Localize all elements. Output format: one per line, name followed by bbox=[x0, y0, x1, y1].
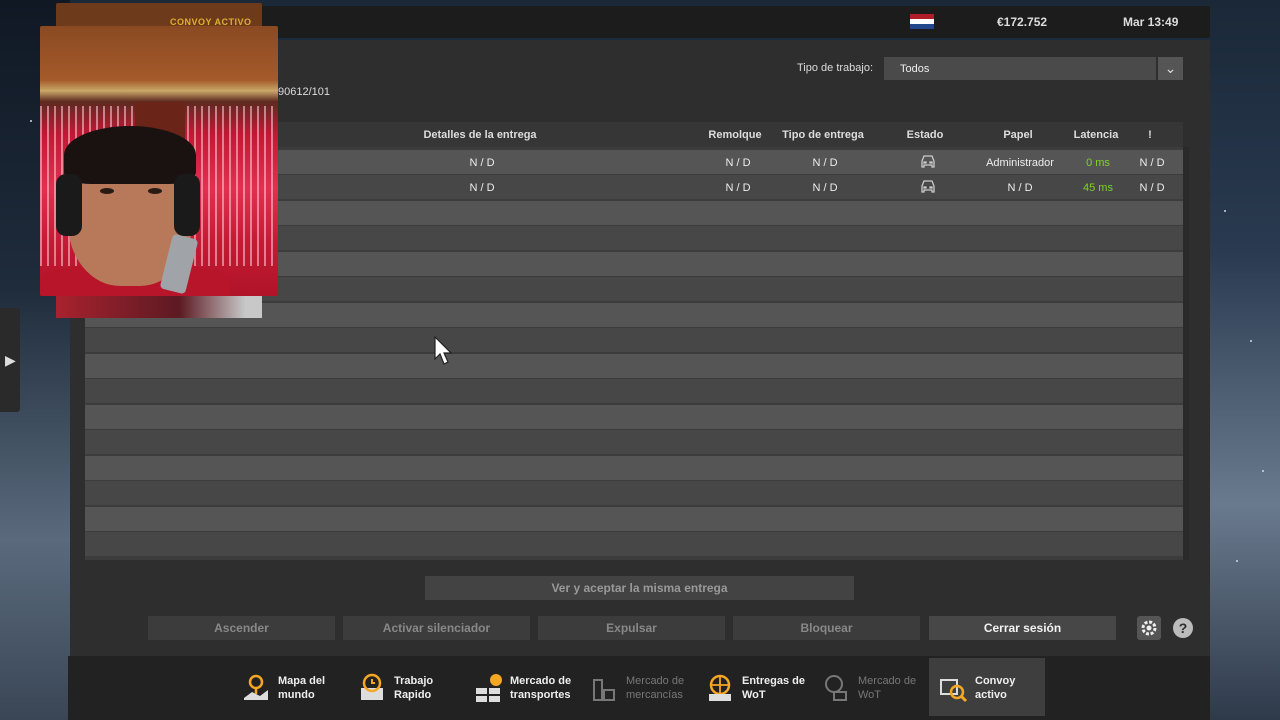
promote-button[interactable]: Ascender bbox=[148, 616, 335, 640]
nav-label: Convoy activo bbox=[975, 675, 1016, 701]
nav-world-map[interactable]: Mapa del mundo bbox=[232, 658, 348, 716]
column-header[interactable]: ! bbox=[1148, 129, 1152, 141]
cell-role: N / D bbox=[1007, 182, 1033, 194]
side-expand-tab[interactable]: ▶ bbox=[0, 308, 20, 412]
cell-trailer: N / D bbox=[725, 182, 751, 194]
eye bbox=[148, 188, 162, 194]
table-scrollbar[interactable] bbox=[1183, 147, 1189, 560]
globe-market-icon bbox=[825, 675, 847, 701]
empty-row bbox=[85, 532, 1183, 556]
hair bbox=[64, 126, 196, 184]
nav-label: Mercado de mercancías bbox=[626, 675, 685, 701]
headset-icon bbox=[56, 174, 82, 236]
column-header[interactable]: Latencia bbox=[1074, 129, 1119, 141]
nav-label: Entregas de WoT bbox=[742, 675, 805, 701]
cell-trailer: N / D bbox=[725, 157, 751, 169]
kick-button[interactable]: Expulsar bbox=[538, 616, 725, 640]
freight-market-icon bbox=[593, 679, 615, 701]
cell-latency: 0 ms bbox=[1086, 157, 1110, 169]
nav-freight-market[interactable]: Mercado de mercancías bbox=[580, 658, 696, 716]
column-header[interactable]: Detalles de la entrega bbox=[423, 129, 536, 141]
job-type-label: Tipo de trabajo: bbox=[797, 62, 874, 74]
flag-stripe-blue bbox=[910, 24, 934, 29]
column-header[interactable]: Tipo de entrega bbox=[782, 129, 864, 141]
mouse-cursor-icon bbox=[434, 336, 453, 365]
star bbox=[1224, 210, 1226, 212]
headset-icon bbox=[174, 174, 200, 236]
map-icon bbox=[244, 674, 268, 700]
star bbox=[30, 120, 32, 122]
convoy-icon bbox=[940, 679, 968, 703]
cell-delivery-type: N / D bbox=[812, 157, 838, 169]
cargo-market-icon bbox=[476, 674, 502, 702]
nav-wot-deliveries[interactable]: Entregas de WoT bbox=[696, 658, 812, 716]
cell-latency: 45 ms bbox=[1083, 182, 1113, 194]
cell-details: N / D bbox=[469, 182, 495, 194]
nav-label: Mapa del mundo bbox=[278, 675, 326, 701]
background-right bbox=[1210, 0, 1280, 720]
session-id: 90612/101 bbox=[278, 86, 330, 98]
nav-cargo-market[interactable]: Mercado de transportes bbox=[464, 658, 580, 716]
mute-button[interactable]: Activar silenciador bbox=[343, 616, 530, 640]
clock-icon bbox=[361, 673, 383, 700]
empty-row bbox=[85, 379, 1183, 403]
gear-glyph bbox=[1141, 620, 1157, 636]
star bbox=[1250, 340, 1252, 342]
eye bbox=[100, 188, 114, 194]
chevron-down-icon[interactable]: ⌄ bbox=[1158, 57, 1183, 80]
cell-role: Administrador bbox=[986, 157, 1054, 169]
webcam-frame-edge bbox=[56, 296, 262, 318]
money-display: €172.752 bbox=[997, 15, 1048, 29]
cell-details: N / D bbox=[469, 157, 495, 169]
car-icon bbox=[921, 155, 935, 168]
cell-flag: N / D bbox=[1139, 157, 1165, 169]
cell-delivery-type: N / D bbox=[812, 182, 838, 194]
nav-active-convoy[interactable]: Convoy activo bbox=[929, 658, 1045, 716]
job-type-select[interactable]: Todos bbox=[884, 57, 1156, 80]
nav-label: Mercado de WoT bbox=[858, 675, 917, 701]
empty-row bbox=[85, 405, 1183, 429]
column-header[interactable]: Remolque bbox=[708, 129, 761, 141]
logout-button[interactable]: Cerrar sesión bbox=[929, 616, 1116, 640]
empty-row bbox=[85, 354, 1183, 378]
nav-quick-job[interactable]: Trabajo Rapido bbox=[348, 658, 464, 716]
webcam-overlay bbox=[40, 26, 278, 296]
empty-row bbox=[85, 328, 1183, 352]
gear-icon[interactable] bbox=[1137, 616, 1161, 640]
globe-icon bbox=[709, 674, 731, 701]
car-icon bbox=[921, 180, 935, 193]
flag-icon bbox=[910, 14, 934, 29]
nav-wot-market[interactable]: Mercado de WoT bbox=[812, 658, 928, 716]
empty-row bbox=[85, 481, 1183, 505]
cell-flag: N / D bbox=[1139, 182, 1165, 194]
nav-label: Mercado de transportes bbox=[510, 675, 572, 701]
empty-row bbox=[85, 507, 1183, 531]
game-clock: Mar 13:49 bbox=[1123, 15, 1179, 29]
empty-row bbox=[85, 430, 1183, 454]
nav-label: Trabajo Rapido bbox=[394, 675, 434, 701]
star bbox=[1262, 470, 1264, 472]
empty-row bbox=[85, 456, 1183, 480]
column-header[interactable]: Estado bbox=[907, 129, 944, 141]
help-icon[interactable]: ? bbox=[1173, 618, 1193, 638]
arrow-right-icon: ▶ bbox=[5, 352, 16, 368]
block-button[interactable]: Bloquear bbox=[733, 616, 920, 640]
star bbox=[1236, 560, 1238, 562]
column-header[interactable]: Papel bbox=[1003, 129, 1032, 141]
accept-same-delivery-button[interactable]: Ver y aceptar la misma entrega bbox=[425, 576, 854, 600]
